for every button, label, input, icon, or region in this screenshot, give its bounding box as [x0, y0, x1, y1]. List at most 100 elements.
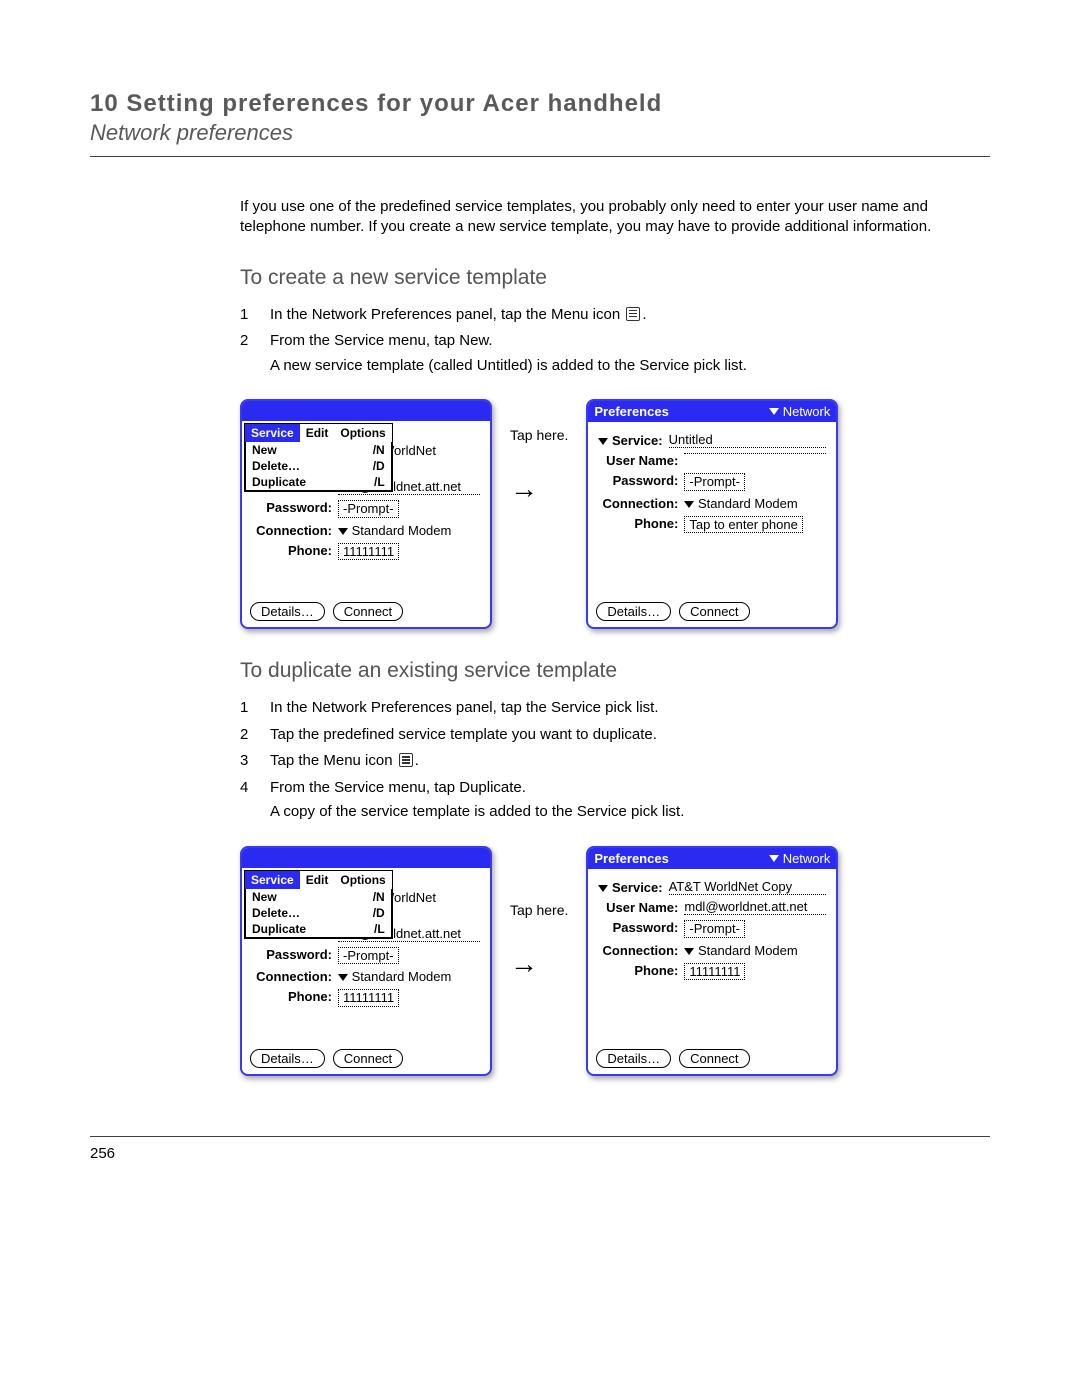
step-item: Tap the predefined service template you …	[240, 724, 990, 747]
connection-label: Connection:	[598, 943, 684, 958]
steps-duplicate: In the Network Preferences panel, tap th…	[240, 697, 990, 824]
phone-field[interactable]: 11111111	[338, 989, 399, 1007]
chevron-down-icon[interactable]	[338, 528, 348, 535]
password-field[interactable]: -Prompt-	[684, 920, 745, 938]
connection-label: Connection:	[252, 523, 338, 538]
palm-category-value: Network	[783, 851, 831, 866]
service-field[interactable]: AT&T WorldNet Copy	[669, 880, 827, 895]
service-field[interactable]: Untitled	[669, 433, 827, 448]
username-label: User Name:	[598, 453, 684, 468]
phone-label: Phone:	[598, 516, 684, 531]
palm-screen-menu: WorldNet Service Edit Options New /N	[240, 846, 492, 1076]
chevron-down-icon[interactable]	[684, 501, 694, 508]
username-field[interactable]: mdl@worldnet.att.net	[684, 900, 826, 915]
chevron-down-icon[interactable]	[338, 974, 348, 981]
palm-category-picker[interactable]: Network	[769, 404, 831, 419]
connection-label: Connection:	[598, 496, 684, 511]
password-field[interactable]: -Prompt-	[338, 500, 399, 518]
palm-title: Preferences	[594, 851, 668, 866]
menu-item-shortcut: /D	[373, 459, 385, 473]
menu-item-label: Duplicate	[252, 475, 306, 489]
phone-label: Phone:	[598, 963, 684, 978]
details-button[interactable]: Details…	[596, 602, 671, 621]
palm-titlebar: Preferences Network	[588, 848, 836, 869]
palm-category-value: Network	[783, 404, 831, 419]
section-subtitle: Network preferences	[90, 120, 990, 146]
menu-options[interactable]: Options	[334, 871, 391, 889]
chevron-down-icon	[769, 855, 779, 862]
step-item: From the Service menu, tap New. A new se…	[240, 330, 990, 377]
service-label: Service:	[598, 433, 668, 448]
phone-field[interactable]: Tap to enter phone	[684, 516, 802, 534]
step-text: In the Network Preferences panel, tap th…	[270, 306, 620, 323]
palm-menu-bar[interactable]: Service Edit Options	[245, 871, 392, 889]
palm-menu: Service Edit Options New /N Delete… /	[244, 423, 393, 492]
menu-item-label: Delete…	[252, 906, 300, 920]
menu-item-new[interactable]: New /N	[246, 889, 391, 905]
arrow-right-icon: →	[510, 948, 538, 980]
step-followup: A new service template (called Untitled)…	[270, 355, 990, 378]
menu-item-new[interactable]: New /N	[246, 442, 391, 458]
password-label: Password:	[598, 920, 684, 935]
heading-create-template: To create a new service template	[240, 266, 990, 290]
chevron-down-icon[interactable]	[598, 438, 608, 445]
palm-titlebar	[242, 401, 490, 421]
menu-icon	[626, 307, 640, 321]
palm-menu-dropdown: New /N Delete… /D Duplicate /L	[245, 889, 392, 938]
step-item: Tap the Menu icon .	[240, 750, 990, 773]
header-rule	[90, 156, 990, 157]
palm-menu-dropdown: New /N Delete… /D Duplicate /L	[245, 442, 392, 491]
menu-item-label: New	[252, 443, 277, 457]
menu-item-delete[interactable]: Delete… /D	[246, 905, 391, 921]
menu-item-label: New	[252, 890, 277, 904]
connection-value[interactable]: Standard Modem	[698, 496, 798, 511]
phone-field[interactable]: 11111111	[338, 543, 399, 561]
menu-service[interactable]: Service	[245, 871, 300, 889]
intro-paragraph: If you use one of the predefined service…	[240, 197, 990, 238]
chevron-down-icon[interactable]	[684, 948, 694, 955]
connection-value[interactable]: Standard Modem	[352, 969, 452, 984]
connection-label: Connection:	[252, 969, 338, 984]
menu-item-shortcut: /N	[373, 443, 385, 457]
menu-item-delete[interactable]: Delete… /D	[246, 458, 391, 474]
footer-rule	[90, 1136, 990, 1137]
steps-create: In the Network Preferences panel, tap th…	[240, 304, 990, 378]
menu-item-shortcut: /L	[374, 922, 385, 936]
menu-item-shortcut: /N	[373, 890, 385, 904]
menu-icon	[399, 753, 413, 767]
password-field[interactable]: -Prompt-	[684, 473, 745, 491]
menu-item-duplicate[interactable]: Duplicate /L	[246, 921, 391, 937]
connection-value[interactable]: Standard Modem	[352, 523, 452, 538]
step-item: From the Service menu, tap Duplicate. A …	[240, 777, 990, 824]
connect-button[interactable]: Connect	[679, 1049, 749, 1068]
connect-button[interactable]: Connect	[333, 1049, 403, 1068]
phone-label: Phone:	[252, 989, 338, 1004]
page-number: 256	[90, 1145, 990, 1162]
palm-titlebar	[242, 848, 490, 868]
password-field[interactable]: -Prompt-	[338, 947, 399, 965]
taphere-label: Tap here.	[510, 427, 568, 443]
details-button[interactable]: Details…	[250, 602, 325, 621]
menu-item-duplicate[interactable]: Duplicate /L	[246, 474, 391, 490]
chapter-title: 10 Setting preferences for your Acer han…	[90, 90, 990, 118]
menu-edit[interactable]: Edit	[300, 424, 335, 442]
palm-menu-bar[interactable]: Service Edit Options	[245, 424, 392, 442]
username-field[interactable]	[684, 453, 826, 454]
menu-item-shortcut: /D	[373, 906, 385, 920]
menu-options[interactable]: Options	[334, 424, 391, 442]
menu-edit[interactable]: Edit	[300, 871, 335, 889]
details-button[interactable]: Details…	[250, 1049, 325, 1068]
connection-value[interactable]: Standard Modem	[698, 943, 798, 958]
palm-category-picker[interactable]: Network	[769, 851, 831, 866]
taphere-label: Tap here.	[510, 902, 568, 918]
details-button[interactable]: Details…	[596, 1049, 671, 1068]
palm-screen-prefs: Preferences Network Service: AT&T WorldN…	[586, 846, 838, 1076]
phone-field[interactable]: 11111111	[684, 963, 745, 981]
connect-button[interactable]: Connect	[679, 602, 749, 621]
chevron-down-icon[interactable]	[598, 885, 608, 892]
connect-button[interactable]: Connect	[333, 602, 403, 621]
arrow-right-icon: →	[510, 473, 538, 505]
password-label: Password:	[598, 473, 684, 488]
password-label: Password:	[252, 500, 338, 515]
menu-service[interactable]: Service	[245, 424, 300, 442]
